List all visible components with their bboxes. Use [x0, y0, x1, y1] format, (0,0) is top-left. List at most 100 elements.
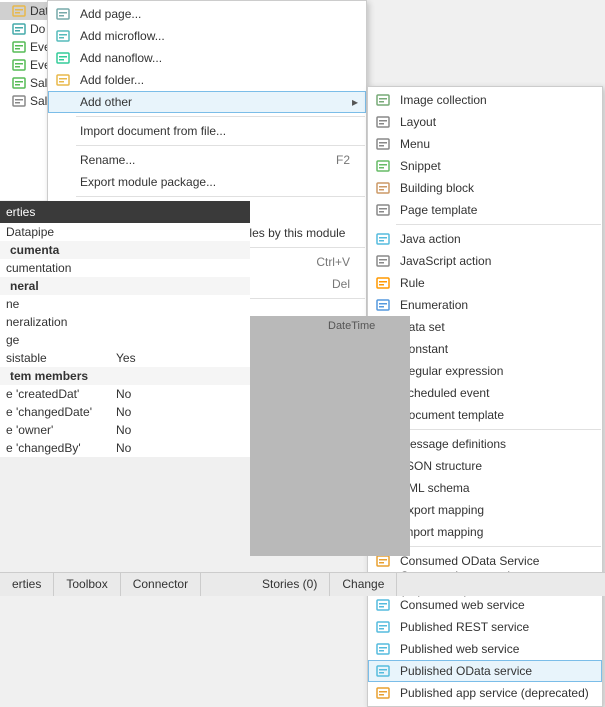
props-label: e 'owner' — [0, 423, 110, 437]
submenu-item-layout[interactable]: Layout — [368, 111, 602, 133]
props-value: No — [110, 405, 250, 419]
submenu-item-label: Scheduled event — [394, 386, 594, 400]
menu-separator — [396, 546, 601, 547]
submenu-item-label: Java action — [394, 232, 594, 246]
bottom-tab-change[interactable]: Change — [330, 573, 397, 596]
menu-item-add-microflow[interactable]: Add microflow... — [48, 25, 366, 47]
snippet-icon — [372, 159, 394, 173]
websvc-p-icon — [372, 642, 394, 656]
bottom-tab-toolbox[interactable]: Toolbox — [54, 573, 120, 596]
props-label: cumenta — [4, 243, 114, 257]
folder-icon — [52, 73, 74, 87]
page-icon — [12, 94, 26, 108]
properties-header: erties — [0, 201, 250, 223]
props-row[interactable]: e 'owner'No — [0, 421, 250, 439]
props-row[interactable]: cumentation — [0, 259, 250, 277]
submenu-item-page-template[interactable]: Page template — [368, 199, 602, 221]
props-row[interactable]: ne — [0, 295, 250, 313]
props-row[interactable]: ge — [0, 331, 250, 349]
submenu-item-java-action[interactable]: Java action — [368, 228, 602, 250]
props-label: cumentation — [0, 261, 110, 275]
nanoflow-icon — [52, 51, 74, 65]
props-label: sistable — [0, 351, 110, 365]
submenu-item-image-collection[interactable]: Image collection — [368, 89, 602, 111]
submenu-item-label: Published app service (deprecated) — [394, 686, 594, 700]
bottom-tab-connector[interactable]: Connector — [121, 573, 201, 596]
submenu-item-label: Data set — [394, 320, 594, 334]
menu-item-rename[interactable]: Rename...F2 — [48, 149, 366, 171]
websvc-c-icon — [372, 598, 394, 612]
props-section[interactable]: tem members — [0, 367, 250, 385]
submenu-item-label: Page template — [394, 203, 594, 217]
submenu-item-label: Enumeration — [394, 298, 594, 312]
props-value: No — [110, 387, 250, 401]
props-row[interactable]: neralization — [0, 313, 250, 331]
submenu-item-label: Consumed web service — [394, 598, 594, 612]
folder-icon — [12, 4, 26, 18]
props-label: ne — [0, 297, 110, 311]
submenu-item-label: Regular expression — [394, 364, 594, 378]
menu-item-add-other[interactable]: Add other▸ — [48, 91, 366, 113]
props-section[interactable]: neral — [0, 277, 250, 295]
menu-separator — [396, 224, 601, 225]
tree-item-label: Sal — [30, 76, 47, 90]
submenu-item-label: Message definitions — [394, 437, 594, 451]
menu-item-label: Add microflow... — [74, 29, 358, 43]
submenu-item-label: Published OData service — [394, 664, 594, 678]
props-section[interactable]: cumenta — [0, 241, 250, 259]
submenu-item-published-app-service-deprecated[interactable]: Published app service (deprecated) — [368, 682, 602, 704]
microflow-icon — [52, 29, 74, 43]
submenu-item-published-web-service[interactable]: Published web service — [368, 638, 602, 660]
menu-separator — [76, 145, 365, 146]
bottom-tab-stories-[interactable]: Stories (0) — [250, 573, 330, 596]
submenu-item-enumeration[interactable]: Enumeration — [368, 294, 602, 316]
props-label: e 'changedDate' — [0, 405, 110, 419]
submenu-item-rule[interactable]: Rule — [368, 272, 602, 294]
submenu-item-consumed-web-service[interactable]: Consumed web service — [368, 594, 602, 616]
properties-panel: erties Datapipe cumenta cumentation neral ne… — [0, 201, 250, 457]
menu-item-add-page[interactable]: Add page... — [48, 3, 366, 25]
submenu-item-snippet[interactable]: Snippet — [368, 155, 602, 177]
menu-item-label: Add folder... — [74, 73, 358, 87]
editor-canvas[interactable] — [250, 316, 410, 556]
menu-item-label: Add nanoflow... — [74, 51, 358, 65]
props-label: Datapipe — [0, 225, 110, 239]
props-row[interactable]: e 'changedDate'No — [0, 403, 250, 421]
template-icon — [372, 203, 394, 217]
props-row[interactable]: e 'createdDat'No — [0, 385, 250, 403]
submenu-item-label: Snippet — [394, 159, 594, 173]
menu-item-export-module-package[interactable]: Export module package... — [48, 171, 366, 193]
enum-icon — [372, 298, 394, 312]
submenu-item-label: Constant — [394, 342, 594, 356]
bottom-tab-erties[interactable]: erties — [0, 573, 54, 596]
props-row[interactable]: sistableYes — [0, 349, 250, 367]
chevron-right-icon: ▸ — [352, 95, 358, 109]
submenu-item-label: Layout — [394, 115, 594, 129]
props-value: Yes — [110, 351, 250, 365]
tree-item-label: Sal — [30, 94, 47, 108]
submenu-item-published-rest-service[interactable]: Published REST service — [368, 616, 602, 638]
props-value: No — [110, 423, 250, 437]
submenu-item-label: Export mapping — [394, 503, 594, 517]
menu-shortcut: Del — [332, 277, 358, 291]
props-row[interactable]: e 'changedBy'No — [0, 439, 250, 457]
appsvc-p-icon — [372, 686, 394, 700]
bottom-right-tabs: Stories (0)Change — [250, 572, 605, 596]
event-green-icon — [12, 58, 26, 72]
submenu-item-published-odata-service[interactable]: Published OData service — [368, 660, 602, 682]
tree-item-label: Do — [30, 22, 45, 36]
props-value: No — [110, 441, 250, 455]
submenu-item-label: JSON structure — [394, 459, 594, 473]
menu-item-add-folder[interactable]: Add folder... — [48, 69, 366, 91]
menu-item-add-nanoflow[interactable]: Add nanoflow... — [48, 47, 366, 69]
props-row[interactable]: Datapipe — [0, 223, 250, 241]
props-label: neralization — [0, 315, 110, 329]
submenu-item-label: Rule — [394, 276, 594, 290]
menu-icon — [372, 137, 394, 151]
rest-p-icon — [372, 620, 394, 634]
submenu-item-menu[interactable]: Menu — [368, 133, 602, 155]
submenu-item-javascript-action[interactable]: JavaScript action — [368, 250, 602, 272]
menu-shortcut: Ctrl+V — [316, 255, 358, 269]
submenu-item-building-block[interactable]: Building block — [368, 177, 602, 199]
menu-item-import-document-from-file[interactable]: Import document from file... — [48, 120, 366, 142]
